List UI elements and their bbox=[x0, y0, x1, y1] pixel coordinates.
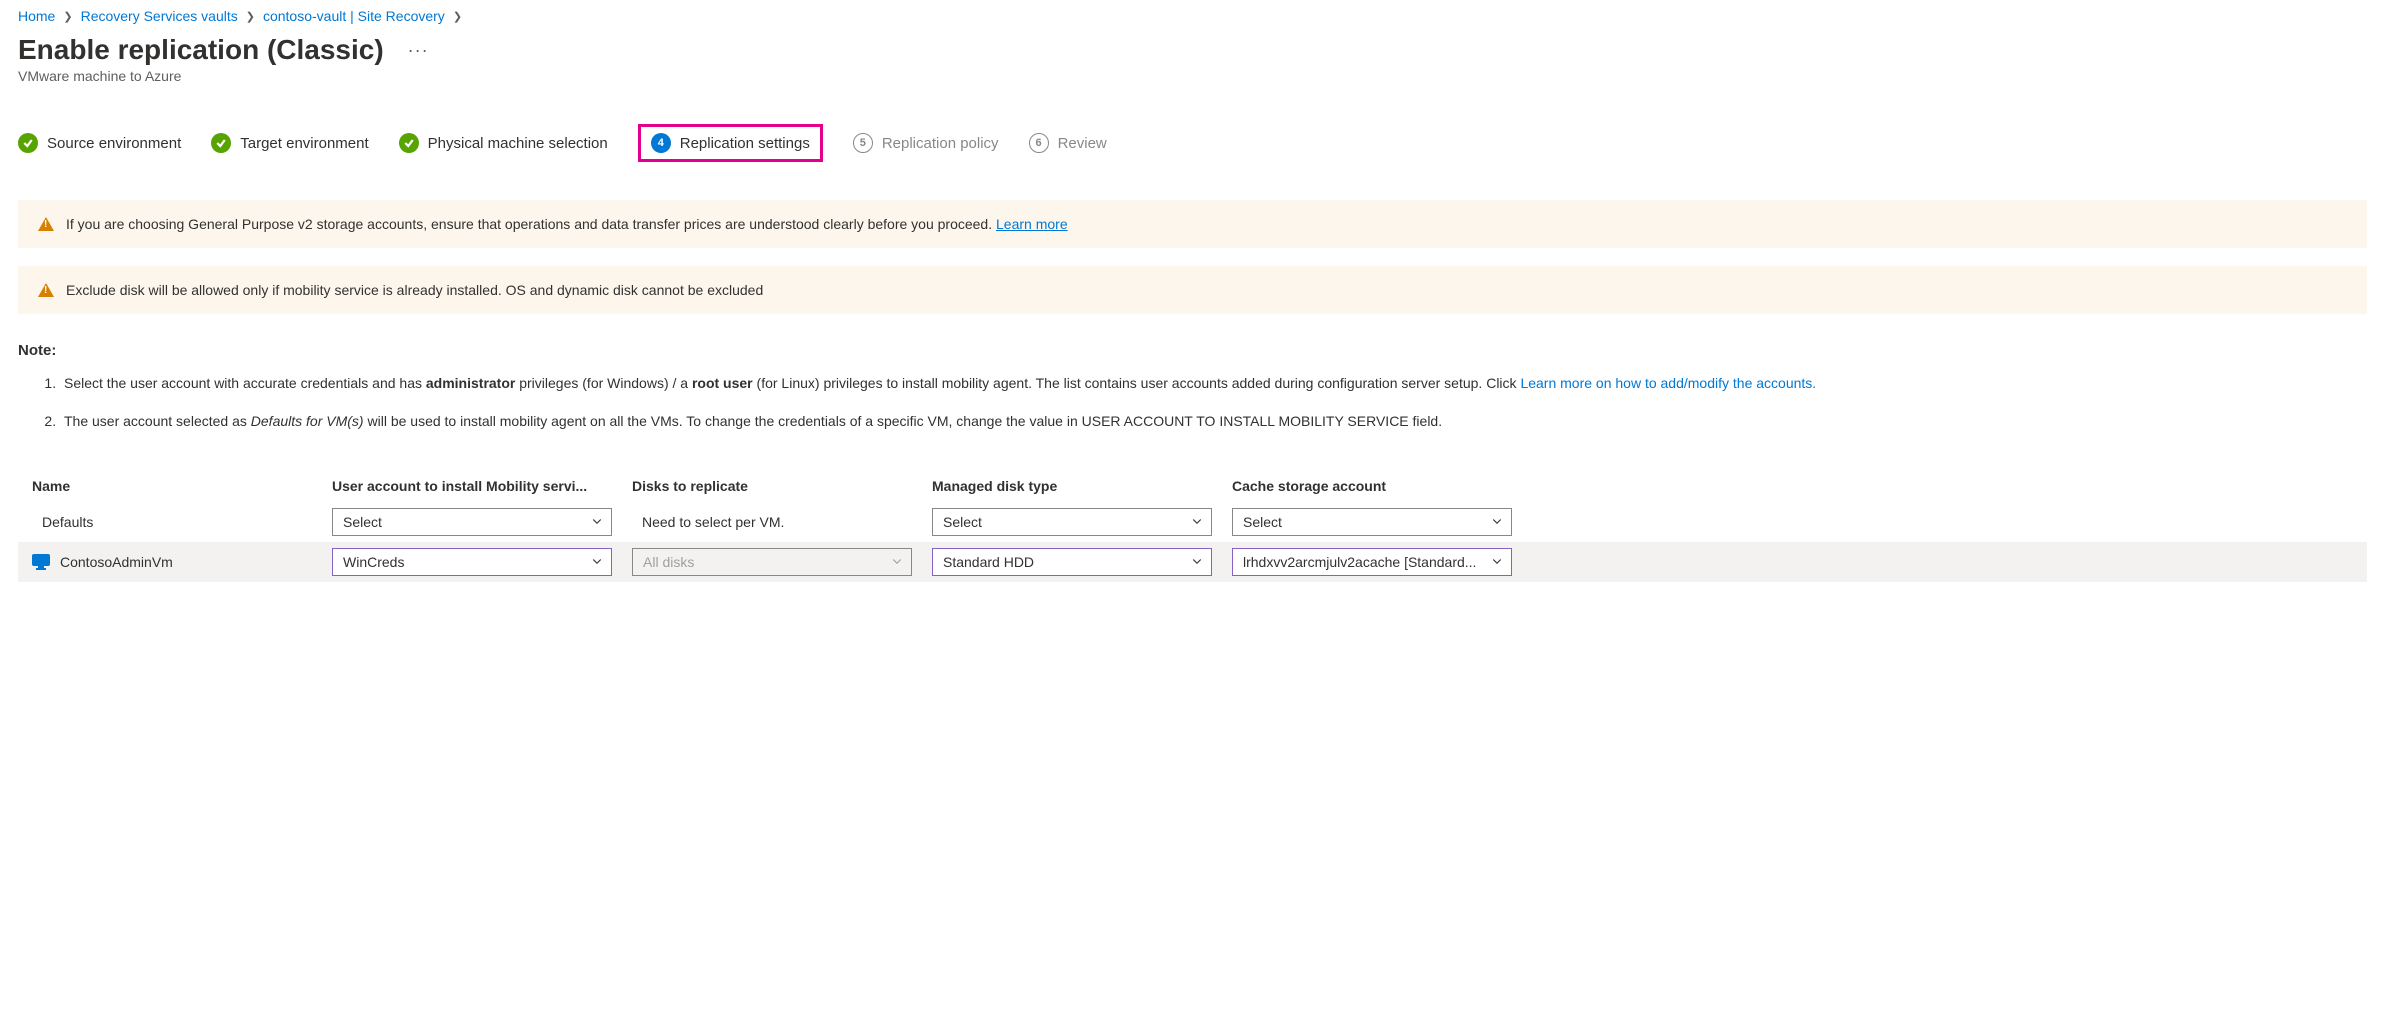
learn-more-link[interactable]: Learn more bbox=[996, 216, 1068, 232]
chevron-right-icon: ❯ bbox=[453, 10, 462, 23]
disks-select: All disks bbox=[632, 548, 912, 576]
breadcrumb-home[interactable]: Home bbox=[18, 8, 55, 24]
step-number-icon: 4 bbox=[651, 133, 671, 153]
step-label: Review bbox=[1058, 135, 1107, 152]
cell-name: Defaults bbox=[32, 509, 332, 535]
step-replication-settings[interactable]: 4 Replication settings bbox=[638, 124, 823, 162]
warning-banner-storage: If you are choosing General Purpose v2 s… bbox=[18, 200, 2367, 248]
step-label: Source environment bbox=[47, 135, 181, 152]
check-icon bbox=[18, 133, 38, 153]
more-actions-button[interactable]: ··· bbox=[404, 36, 433, 65]
step-label: Replication settings bbox=[680, 135, 810, 152]
cell-name: ContosoAdminVm bbox=[32, 554, 332, 570]
table-row-vm: ContosoAdminVm WinCreds All disks Standa… bbox=[18, 542, 2367, 582]
col-name: Name bbox=[32, 478, 332, 494]
col-user-account: User account to install Mobility servi..… bbox=[332, 478, 632, 494]
chevron-down-icon bbox=[1191, 514, 1203, 530]
managed-disk-type-select[interactable]: Standard HDD bbox=[932, 548, 1212, 576]
warning-icon bbox=[38, 217, 54, 231]
chevron-down-icon bbox=[891, 554, 903, 570]
breadcrumb-vaults[interactable]: Recovery Services vaults bbox=[81, 8, 238, 24]
vm-icon bbox=[32, 554, 50, 570]
step-number-icon: 6 bbox=[1029, 133, 1049, 153]
banner-text: If you are choosing General Purpose v2 s… bbox=[66, 216, 996, 232]
learn-more-accounts-link[interactable]: Learn more on how to add/modify the acco… bbox=[1520, 375, 1816, 391]
step-label: Replication policy bbox=[882, 135, 999, 152]
step-target-environment[interactable]: Target environment bbox=[211, 133, 368, 153]
cache-storage-select[interactable]: lrhdxvv2arcmjulv2acache [Standard... bbox=[1232, 548, 1512, 576]
warning-icon bbox=[38, 283, 54, 297]
warning-banner-exclude-disk: Exclude disk will be allowed only if mob… bbox=[18, 266, 2367, 314]
step-physical-machine-selection[interactable]: Physical machine selection bbox=[399, 133, 608, 153]
note-heading: Note: bbox=[18, 342, 2367, 359]
chevron-down-icon bbox=[1491, 554, 1503, 570]
note-item: Select the user account with accurate cr… bbox=[60, 373, 2367, 395]
step-label: Target environment bbox=[240, 135, 368, 152]
table-header-row: Name User account to install Mobility se… bbox=[18, 468, 2367, 502]
breadcrumb-vault[interactable]: contoso-vault | Site Recovery bbox=[263, 8, 445, 24]
table-row-defaults: Defaults Select Need to select per VM. S… bbox=[18, 502, 2367, 542]
step-source-environment[interactable]: Source environment bbox=[18, 133, 181, 153]
breadcrumb: Home ❯ Recovery Services vaults ❯ contos… bbox=[18, 8, 2367, 24]
cell-disks: Need to select per VM. bbox=[632, 509, 932, 535]
col-managed-disk-type: Managed disk type bbox=[932, 478, 1232, 494]
chevron-right-icon: ❯ bbox=[246, 10, 255, 23]
banner-text: Exclude disk will be allowed only if mob… bbox=[66, 282, 763, 298]
cache-storage-select[interactable]: Select bbox=[1232, 508, 1512, 536]
chevron-down-icon bbox=[1491, 514, 1503, 530]
chevron-down-icon bbox=[591, 554, 603, 570]
col-cache-storage: Cache storage account bbox=[1232, 478, 1532, 494]
note-item: The user account selected as Defaults fo… bbox=[60, 411, 2367, 433]
step-replication-policy[interactable]: 5 Replication policy bbox=[853, 133, 999, 153]
check-icon bbox=[399, 133, 419, 153]
step-number-icon: 5 bbox=[853, 133, 873, 153]
chevron-down-icon bbox=[591, 514, 603, 530]
wizard-stepper: Source environment Target environment Ph… bbox=[18, 124, 2367, 162]
chevron-right-icon: ❯ bbox=[63, 10, 72, 23]
step-review[interactable]: 6 Review bbox=[1029, 133, 1107, 153]
page-subtitle: VMware machine to Azure bbox=[18, 68, 2367, 84]
user-account-select[interactable]: WinCreds bbox=[332, 548, 612, 576]
managed-disk-type-select[interactable]: Select bbox=[932, 508, 1212, 536]
col-disks: Disks to replicate bbox=[632, 478, 932, 494]
check-icon bbox=[211, 133, 231, 153]
settings-table: Name User account to install Mobility se… bbox=[18, 468, 2367, 582]
user-account-select[interactable]: Select bbox=[332, 508, 612, 536]
chevron-down-icon bbox=[1191, 554, 1203, 570]
page-title: Enable replication (Classic) bbox=[18, 34, 384, 66]
step-label: Physical machine selection bbox=[428, 135, 608, 152]
